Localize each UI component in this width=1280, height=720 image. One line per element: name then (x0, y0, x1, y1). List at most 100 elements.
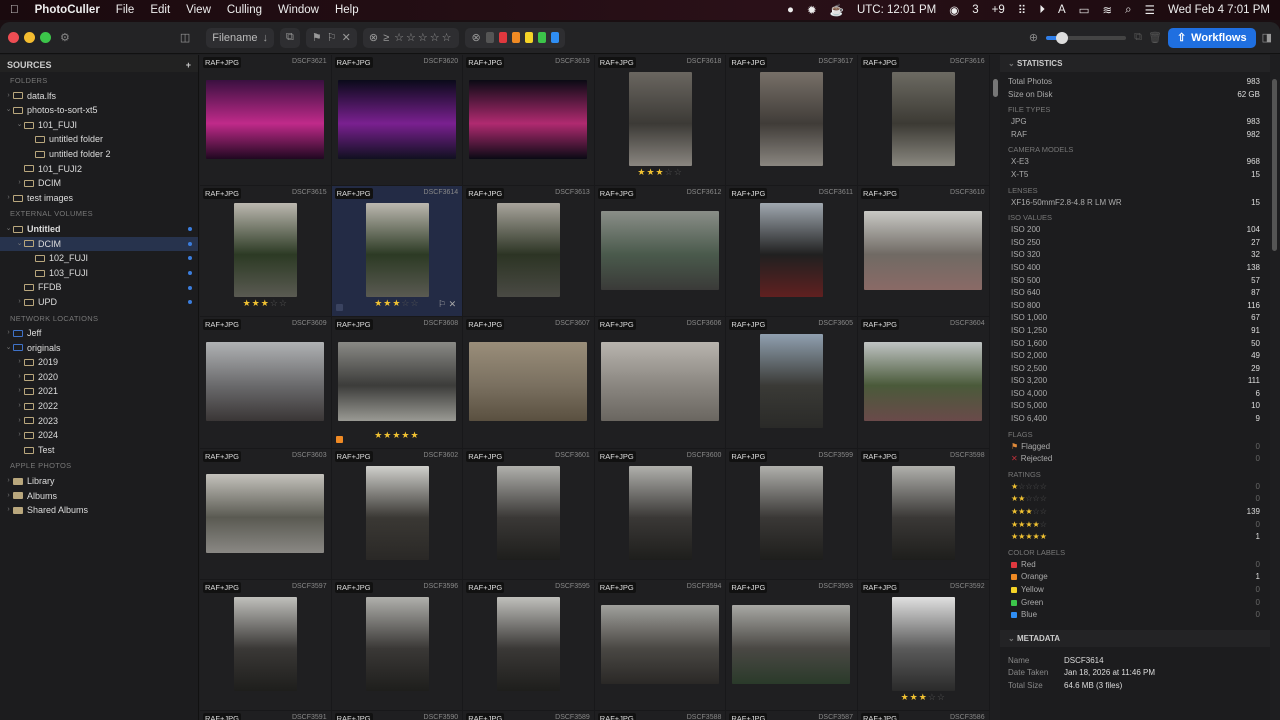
disclosure-caret-icon[interactable]: ⌄ (4, 222, 13, 237)
photo-thumbnail[interactable] (864, 342, 982, 422)
trash-icon[interactable]: 🗑 (1148, 31, 1162, 44)
record-icon[interactable]: ● (787, 4, 794, 16)
photo-cell[interactable]: RAF+JPG DSCF3604 (858, 317, 990, 449)
section-network-locations[interactable]: NETWORK LOCATIONS (0, 312, 198, 327)
photo-cell[interactable]: RAF+JPG DSCF3611 (726, 186, 858, 318)
sidebar-item-102-fuji[interactable]: 102_FUJI (0, 251, 198, 266)
photo-cell[interactable]: RAF+JPG DSCF3592 ★★★☆☆ (858, 579, 990, 711)
play-icon[interactable]: ⏵ (1039, 4, 1045, 17)
search-icon[interactable]: ⌕ (1125, 4, 1131, 17)
rating-filter-row[interactable]: ★★★☆☆ 139 (1000, 506, 1270, 519)
sidebar-toggle-icon[interactable]: ◫ (180, 31, 190, 44)
photo-cell[interactable]: RAF+JPG DSCF3621 (200, 55, 332, 187)
photo-cell[interactable]: RAF+JPG DSCF3603 (200, 448, 332, 580)
color-label-row[interactable]: Yellow 0 (1000, 584, 1270, 597)
sidebar-item-untitled[interactable]: ⌄ Untitled (0, 222, 198, 237)
sort-direction-icon[interactable]: ↓ (263, 32, 269, 44)
disclosure-caret-icon[interactable]: ⌄ (15, 237, 24, 252)
unflagged-filter-icon[interactable]: ⚐ (327, 31, 337, 44)
flag-filter-row[interactable]: ✕ Rejected 0 (1000, 453, 1270, 466)
color-swatch-3[interactable] (524, 32, 533, 43)
photo-thumbnail[interactable] (234, 596, 297, 691)
date-time[interactable]: Wed Feb 4 7:01 PM (1168, 4, 1270, 16)
sidebar-item-test-images[interactable]: › test images (0, 191, 198, 206)
sidebar-item-103-fuji[interactable]: 103_FUJI (0, 266, 198, 281)
status-icon[interactable]: ◉ (949, 3, 959, 17)
photo-cell[interactable]: RAF+JPG DSCF3618 ★★★☆☆ (594, 55, 727, 187)
photo-cell[interactable]: RAF+JPG DSCF3608 ★★★★★ (331, 317, 464, 449)
color-swatch-4[interactable] (537, 32, 546, 43)
photo-thumbnail[interactable] (600, 211, 719, 291)
sidebar-item-library[interactable]: › Library (0, 474, 198, 489)
color-swatch-0[interactable] (485, 32, 494, 43)
disclosure-caret-icon[interactable]: › (15, 399, 24, 414)
color-swatch-5[interactable] (550, 32, 559, 43)
inspector-scrollbar[interactable] (1272, 79, 1277, 251)
photo-cell[interactable]: RAF+JPG DSCF3620 (331, 55, 464, 187)
disclosure-caret-icon[interactable]: › (15, 176, 24, 191)
rating-filter-stars[interactable]: ☆☆☆☆☆ (394, 31, 453, 44)
wifi-icon[interactable]: ≋ (1103, 3, 1113, 17)
photo-cell[interactable]: RAF+JPG DSCF3594 (594, 579, 727, 711)
disclosure-caret-icon[interactable]: › (4, 474, 13, 489)
photo-thumbnail[interactable] (497, 465, 561, 560)
minimize-window-button[interactable] (24, 32, 35, 43)
menu-view[interactable]: View (186, 4, 211, 16)
sidebar-item-upd[interactable]: › UPD (0, 295, 198, 310)
input-source-icon[interactable]: A (1058, 4, 1066, 16)
photo-cell[interactable]: RAF+JPG DSCF3593 (726, 579, 858, 711)
photo-cell[interactable]: RAF+JPG DSCF3598 (858, 448, 990, 580)
rejected-filter-icon[interactable]: ✕ (342, 31, 351, 44)
disclosure-caret-icon[interactable]: › (4, 503, 13, 518)
photo-thumbnail[interactable] (892, 465, 955, 560)
stack-button[interactable]: ⧉ (280, 27, 300, 48)
photo-thumbnail[interactable] (760, 72, 824, 166)
brightness-icon[interactable]: ✹ (807, 3, 817, 17)
flag-filter-row[interactable]: ⚑ Flagged 0 (1000, 441, 1270, 454)
color-label-row[interactable]: Green 0 (1000, 597, 1270, 610)
statistics-chevron-icon[interactable]: ⌄ (1008, 59, 1017, 68)
add-source-icon[interactable]: + (186, 60, 191, 70)
sidebar-item-101-fuji[interactable]: ⌄ 101_FUJI (0, 118, 198, 133)
photo-cell[interactable]: RAF+JPG DSCF3596 (331, 579, 464, 711)
sidebar-item-2019[interactable]: › 2019 (0, 355, 198, 370)
sidebar-item-dcim[interactable]: › DCIM (0, 176, 198, 191)
flagged-filter-icon[interactable]: ⚑ (312, 31, 322, 44)
rating-filter-row[interactable]: ★☆☆☆☆ 0 (1000, 481, 1270, 494)
photo-cell[interactable]: RAF+JPG DSCF3589 (463, 711, 595, 720)
section-apple-photos[interactable]: APPLE PHOTOS (0, 459, 198, 474)
zoom-window-button[interactable] (40, 32, 51, 43)
photo-cell[interactable]: RAF+JPG DSCF3616 (858, 55, 990, 187)
photo-thumbnail[interactable] (732, 604, 851, 684)
sort-control[interactable]: Filename ↓ (206, 27, 275, 48)
flag-icon[interactable]: ⚐ (438, 299, 446, 309)
sidebar-item-101-fuji2[interactable]: 101_FUJI2 (0, 162, 198, 177)
sidebar-item-2023[interactable]: › 2023 (0, 414, 198, 429)
star-rating[interactable]: ★★★★★ (332, 430, 463, 441)
photo-thumbnail[interactable] (760, 203, 824, 298)
sidebar-item-photos-to-sort-xt5[interactable]: ⌄ photos-to-sort-xt5 (0, 103, 198, 118)
app-menu[interactable]: PhotoCuller (35, 4, 100, 16)
metadata-header[interactable]: ⌄ METADATA (1000, 629, 1270, 647)
sidebar-item-originals[interactable]: ⌄ originals (0, 341, 198, 356)
photo-thumbnail[interactable] (864, 211, 982, 291)
sidebar-item-2022[interactable]: › 2022 (0, 399, 198, 414)
photo-cell[interactable]: RAF+JPG DSCF3610 (858, 186, 990, 318)
photo-thumbnail[interactable] (365, 596, 429, 691)
photo-thumbnail[interactable] (206, 342, 324, 422)
photo-thumbnail[interactable] (760, 465, 824, 560)
photo-cell[interactable]: RAF+JPG DSCF3617 (726, 55, 858, 187)
clear-rating-filter-icon[interactable]: ⊗ (369, 31, 378, 44)
photo-thumbnail[interactable] (892, 72, 955, 166)
sidebar-item-2021[interactable]: › 2021 (0, 384, 198, 399)
inspector-toggle-icon[interactable]: ◨ (1262, 31, 1272, 44)
disclosure-caret-icon[interactable]: › (15, 295, 24, 310)
sidebar-item-2024[interactable]: › 2024 (0, 428, 198, 443)
grid-icon[interactable]: ⠿ (1018, 3, 1026, 17)
reject-icon[interactable]: ✕ (449, 299, 457, 309)
star-rating[interactable]: ★★★☆☆ (858, 692, 989, 703)
photo-cell[interactable]: RAF+JPG DSCF3606 (594, 317, 727, 449)
photo-thumbnail[interactable] (365, 203, 429, 298)
disclosure-caret-icon[interactable]: ⌄ (4, 341, 13, 356)
rating-filter[interactable]: ⊗ ≥ ☆☆☆☆☆ (362, 27, 460, 48)
